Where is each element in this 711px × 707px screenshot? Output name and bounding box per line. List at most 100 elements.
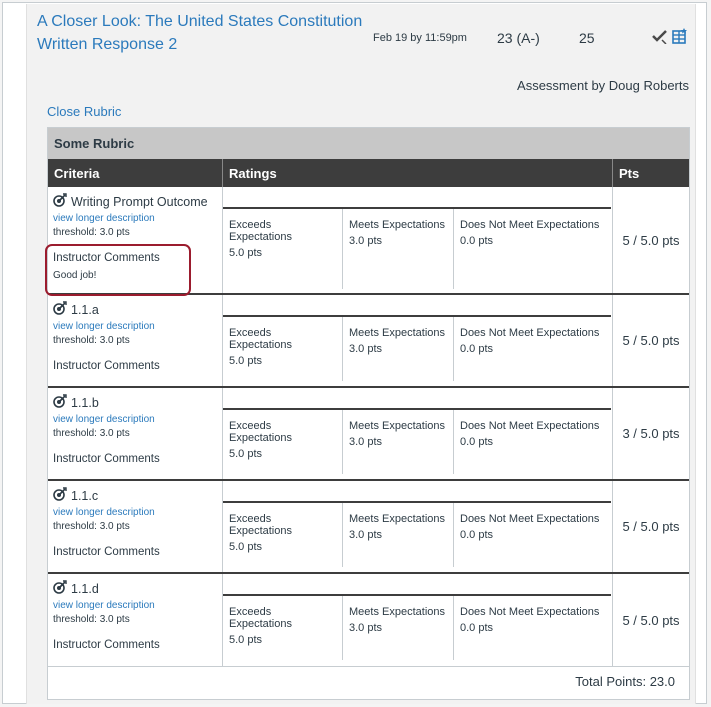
rubric-grid-icon[interactable] (672, 28, 688, 44)
outcome-target-icon (53, 394, 67, 411)
rating-meets[interactable]: Meets Expectations 3.0 pts (343, 209, 454, 289)
rating-pts: 0.0 pts (460, 235, 494, 247)
grade-panel: A Closer Look: The United States Constit… (26, 4, 696, 704)
rating-bar (223, 594, 611, 596)
criterion-points: 5 / 5.0 pts (622, 612, 680, 628)
rating-pts: 3.0 pts (349, 622, 383, 634)
view-longer-description-link[interactable]: view longer description (53, 213, 217, 224)
criterion-row: Writing Prompt Outcome view longer descr… (45, 187, 689, 296)
rating-bar (223, 207, 611, 209)
instructor-comments-label: Instructor Comments (53, 453, 160, 465)
rating-meets[interactable]: Meets Expectations 3.0 pts (343, 317, 454, 381)
instructor-comments-label: Instructor Comments (53, 360, 160, 372)
rating-meets[interactable]: Meets Expectations 3.0 pts (343, 410, 454, 474)
rating-desc: Exceeds Expectations (229, 219, 292, 243)
criterion-cell: 1.1.a view longer description threshold:… (48, 295, 223, 386)
criterion-name: 1.1.a (71, 302, 99, 317)
outcome-target-icon (53, 580, 67, 597)
rating-desc: Exceeds Expectations (229, 420, 292, 444)
rating-pts: 3.0 pts (349, 235, 383, 247)
rating-meets[interactable]: Meets Expectations 3.0 pts (343, 596, 454, 660)
criterion-cell: 1.1.b view longer description threshold:… (48, 388, 223, 479)
rating-pts: 0.0 pts (460, 343, 494, 355)
outcome-target-icon (53, 301, 67, 318)
ratings-cell: Exceeds Expectations 5.0 pts Meets Expect… (223, 295, 613, 386)
rating-pts: 3.0 pts (349, 529, 383, 541)
criterion-name: Writing Prompt Outcome (71, 194, 208, 209)
due-date: Feb 19 by 11:59pm (373, 32, 467, 44)
view-longer-description-link[interactable]: view longer description (53, 321, 217, 332)
rating-exceeds[interactable]: Exceeds Expectations 5.0 pts (223, 410, 343, 474)
criterion-title: 1.1.c (53, 487, 217, 504)
rating-desc: Exceeds Expectations (229, 327, 292, 351)
rating-pts: 5.0 pts (229, 634, 263, 646)
rating-exceeds[interactable]: Exceeds Expectations 5.0 pts (223, 317, 343, 381)
score: 23 (A-) (497, 30, 540, 46)
criterion-title: 1.1.b (53, 394, 217, 411)
header-pts: Pts (619, 166, 640, 181)
rating-pts: 0.0 pts (460, 622, 494, 634)
criterion-name: 1.1.d (71, 581, 99, 596)
criterion-cell: 1.1.d view longer description threshold:… (48, 574, 223, 666)
criterion-points: 5 / 5.0 pts (622, 519, 680, 534)
criterion-row: 1.1.c view longer description threshold:… (48, 481, 689, 574)
rating-desc: Meets Expectations (349, 606, 445, 618)
rating-pts: 5.0 pts (229, 448, 263, 460)
threshold: threshold: 3.0 pts (53, 227, 130, 238)
rating-does-not-meet[interactable]: Does Not Meet Expectations 0.0 pts (454, 209, 611, 289)
outcome-target-icon (53, 193, 67, 210)
rating-exceeds[interactable]: Exceeds Expectations 5.0 pts (223, 503, 343, 567)
assignment-title-link[interactable]: A Closer Look: The United States Constit… (37, 10, 367, 56)
rating-does-not-meet[interactable]: Does Not Meet Expectations 0.0 pts (454, 410, 611, 474)
threshold: threshold: 3.0 pts (53, 521, 130, 532)
rating-pts: 5.0 pts (229, 355, 263, 367)
rating-does-not-meet[interactable]: Does Not Meet Expectations 0.0 pts (454, 596, 611, 660)
criterion-cell: 1.1.c view longer description threshold:… (48, 481, 223, 572)
rating-desc: Meets Expectations (349, 420, 445, 432)
rating-desc: Does Not Meet Expectations (460, 219, 600, 231)
points-possible: 25 (579, 30, 595, 46)
rating-meets[interactable]: Meets Expectations 3.0 pts (343, 503, 454, 567)
view-longer-description-link[interactable]: view longer description (53, 414, 217, 425)
ratings-cell: Exceeds Expectations 5.0 pts Meets Expect… (223, 388, 613, 479)
rating-does-not-meet[interactable]: Does Not Meet Expectations 0.0 pts (454, 317, 611, 381)
rating-desc: Does Not Meet Expectations (460, 420, 600, 432)
instructor-comments-label: Instructor Comments (53, 639, 160, 651)
criterion-title: 1.1.d (53, 580, 217, 597)
rating-pts: 5.0 pts (229, 247, 263, 259)
threshold: threshold: 3.0 pts (53, 614, 130, 625)
ratings-cell: Exceeds Expectations 5.0 pts Meets Expect… (223, 481, 613, 572)
rating-desc: Meets Expectations (349, 219, 445, 231)
rating-desc: Does Not Meet Expectations (460, 327, 600, 339)
rating-pts: 3.0 pts (349, 343, 383, 355)
view-longer-description-link[interactable]: view longer description (53, 507, 217, 518)
criterion-title: Writing Prompt Outcome (53, 193, 217, 210)
criterion-name: 1.1.c (71, 488, 99, 503)
criterion-points: 3 / 5.0 pts (622, 426, 680, 441)
rating-bar (223, 408, 611, 410)
rating-pts: 5.0 pts (229, 541, 263, 553)
ratings-cell: Exceeds Expectations 5.0 pts Meets Expect… (223, 574, 613, 666)
criterion-cell: Writing Prompt Outcome view longer descr… (45, 187, 223, 296)
rating-does-not-meet[interactable]: Does Not Meet Expectations 0.0 pts (454, 503, 611, 567)
close-rubric-link[interactable]: Close Rubric (47, 104, 121, 119)
rating-desc: Meets Expectations (349, 513, 445, 525)
criterion-row: 1.1.d view longer description threshold:… (48, 574, 689, 667)
status-icons (652, 28, 688, 44)
criterion-points: 5 / 5.0 pts (622, 333, 680, 348)
threshold: threshold: 3.0 pts (53, 428, 130, 439)
rating-desc: Exceeds Expectations (229, 606, 292, 630)
rubric-title: Some Rubric (48, 128, 689, 159)
rating-desc: Does Not Meet Expectations (460, 606, 600, 618)
header-criteria: Criteria (48, 159, 223, 187)
rating-exceeds[interactable]: Exceeds Expectations 5.0 pts (223, 596, 343, 660)
rating-pts: 0.0 pts (460, 436, 494, 448)
rating-exceeds[interactable]: Exceeds Expectations 5.0 pts (223, 209, 343, 289)
criterion-row: 1.1.b view longer description threshold:… (48, 388, 689, 481)
rating-pts: 3.0 pts (349, 436, 383, 448)
rating-desc: Meets Expectations (349, 327, 445, 339)
view-longer-description-link[interactable]: view longer description (53, 600, 217, 611)
criterion-row: 1.1.a view longer description threshold:… (48, 295, 689, 388)
rating-desc: Exceeds Expectations (229, 513, 292, 537)
criterion-title: 1.1.a (53, 301, 217, 318)
